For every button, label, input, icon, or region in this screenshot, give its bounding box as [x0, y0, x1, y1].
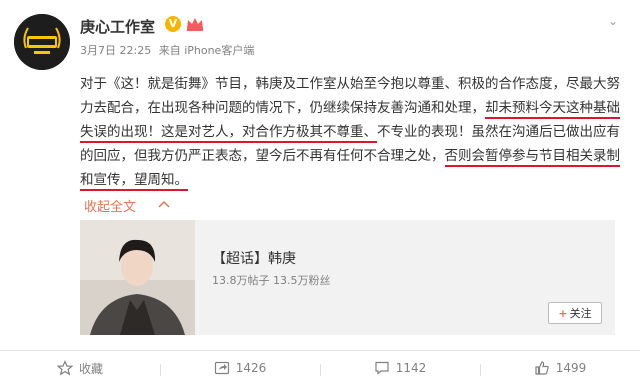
action-toolbar: 收藏 1426 1142 1499: [0, 350, 640, 385]
plus-icon: +: [558, 306, 568, 320]
comment-icon: [375, 361, 389, 375]
card-thumbnail: [80, 220, 195, 335]
card-stats: 13.8万帖子 13.5万粉丝: [212, 274, 331, 287]
follow-label: 关注: [569, 307, 592, 320]
post-date[interactable]: 3月7日 22:25: [80, 44, 151, 57]
star-icon: [56, 360, 73, 376]
chevron-down-icon[interactable]: ⌄: [608, 14, 618, 28]
verified-badge-icon: V: [165, 16, 181, 32]
comment-button[interactable]: 1142: [320, 360, 480, 376]
collapse-button[interactable]: 收起全文: [84, 196, 136, 215]
repost-icon: [214, 361, 229, 375]
thumbs-up-icon: [535, 361, 549, 375]
post-meta: 3月7日 22:25 来自 iPhone客户端: [80, 42, 258, 58]
like-button[interactable]: 1499: [480, 360, 640, 376]
chevron-up-icon[interactable]: [158, 199, 170, 209]
favorite-button[interactable]: 收藏: [0, 360, 160, 377]
avatar[interactable]: [14, 14, 70, 70]
studio-logo-icon: [14, 14, 70, 70]
favorite-label: 收藏: [78, 361, 103, 376]
post-source: 来自 iPhone客户端: [158, 44, 255, 57]
card-title[interactable]: 【超话】韩庚: [212, 248, 296, 268]
person-photo-icon: [80, 220, 195, 335]
comment-count: 1142: [395, 361, 427, 375]
repost-button[interactable]: 1426: [160, 360, 320, 376]
vip-crown-icon: [187, 18, 203, 31]
post-body: 对于《这！就是街舞》节目，韩庚及工作室从始至今抱以尊重、积极的合作态度，尽最大努…: [80, 72, 620, 192]
follow-button[interactable]: + 关注: [548, 302, 602, 324]
repost-count: 1426: [235, 361, 267, 375]
super-topic-card[interactable]: 【超话】韩庚 13.8万帖子 13.5万粉丝 + 关注: [80, 220, 615, 335]
author-name[interactable]: 庚心工作室: [80, 16, 155, 37]
like-count: 1499: [555, 361, 587, 375]
